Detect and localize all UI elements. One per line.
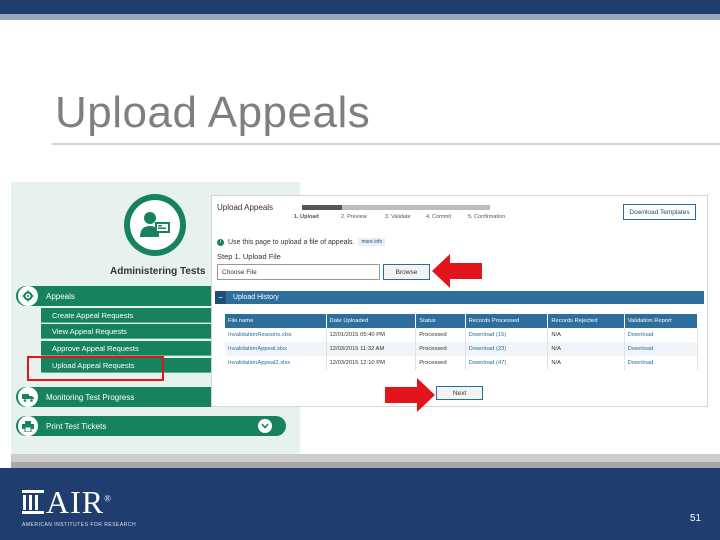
- menu-item-view-appeal[interactable]: View Appeal Requests: [41, 324, 226, 339]
- records-rejected: N/A: [547, 356, 625, 370]
- menu-item-label: Approve Appeal Requests: [52, 343, 139, 353]
- step-label: 2. Preview: [341, 214, 367, 220]
- menu-print-tickets[interactable]: Print Test Tickets: [16, 416, 286, 436]
- logo-registered: ®: [104, 493, 112, 504]
- menu-item-create-appeal[interactable]: Create Appeal Requests: [41, 308, 226, 323]
- column-header: Validation Report: [624, 314, 699, 328]
- logo-text: AIR: [46, 484, 105, 520]
- column-header: Status: [415, 314, 466, 328]
- table-header-row: File name Date Uploaded Status Records P…: [225, 314, 699, 328]
- records-rejected: N/A: [547, 342, 625, 356]
- browse-button[interactable]: Browse: [383, 264, 430, 280]
- avatar: [124, 194, 186, 256]
- step-label: 4. Commit: [426, 214, 452, 220]
- step-progress-bar: [302, 205, 490, 210]
- red-arrow-icon: [385, 378, 435, 412]
- logo-subtitle: AMERICAN INSTITUTES FOR RESEARCH: [22, 522, 137, 528]
- chevron-down-icon[interactable]: [258, 419, 272, 433]
- info-line: i Use this page to upload a file of appe…: [217, 238, 386, 246]
- column-header: Records Processed: [465, 314, 549, 328]
- top-bar-accent: [0, 14, 720, 20]
- panel-heading: Upload Appeals: [217, 203, 274, 212]
- info-text: Use this page to upload a file of appeal…: [228, 238, 355, 246]
- table-row: InvalidationAppeal.xlsx 12/03/2015 11:32…: [225, 342, 699, 356]
- column-header: Records Rejected: [547, 314, 625, 328]
- menu-monitoring[interactable]: Monitoring Test Progress: [16, 387, 216, 407]
- top-bar: [0, 0, 720, 14]
- menu-item-approve-appeal[interactable]: Approve Appeal Requests: [41, 341, 226, 356]
- table-row: InvalidationReasons.xlsx 12/01/2015 05:4…: [225, 328, 699, 342]
- minus-icon[interactable]: −: [215, 291, 226, 304]
- upload-appeals-panel: Upload Appeals 1. Upload 2. Preview 3. V…: [211, 195, 708, 407]
- status-cell: Processed: [415, 342, 466, 356]
- step-label: 5. Confirmation: [468, 214, 506, 220]
- records-processed-link[interactable]: Download (23): [465, 342, 549, 356]
- info-icon: i: [217, 238, 224, 246]
- records-processed-link[interactable]: Download (47): [465, 356, 549, 370]
- menu-print-label: Print Test Tickets: [46, 421, 107, 431]
- file-name-link[interactable]: InvalidationAppeal.xlsx: [225, 342, 327, 356]
- logo: AIR®: [46, 484, 112, 521]
- date-uploaded: 12/03/2015 11:32 AM: [326, 342, 417, 356]
- validation-report-link[interactable]: Download: [624, 356, 699, 370]
- validation-report-link[interactable]: Download: [624, 328, 699, 342]
- file-name-link[interactable]: InvalidationAppeal2.xlsx: [225, 356, 327, 370]
- slide-title: Upload Appeals: [55, 88, 371, 137]
- validation-report-link[interactable]: Download: [624, 342, 699, 356]
- menu-appeals[interactable]: Appeals: [16, 286, 216, 306]
- menu-item-label: Create Appeal Requests: [52, 310, 134, 320]
- file-name-link[interactable]: InvalidationReasons.xlsx: [225, 328, 327, 342]
- page-number: 51: [690, 513, 702, 524]
- title-divider: [52, 143, 720, 145]
- highlight-box: [27, 356, 164, 381]
- status-cell: Processed: [415, 356, 466, 370]
- more-info-link[interactable]: more info: [358, 238, 386, 246]
- column-header: Date Uploaded: [326, 314, 417, 328]
- gear-icon: [18, 286, 38, 306]
- red-arrow-icon: [432, 254, 482, 288]
- column-header: File name: [225, 314, 327, 328]
- menu-appeals-label: Appeals: [46, 291, 75, 301]
- step-label: 3. Validate: [385, 214, 411, 220]
- status-cell: Processed: [415, 328, 466, 342]
- step1-label: Step 1. Upload File: [217, 252, 281, 261]
- upload-history-header[interactable]: − Upload History: [215, 291, 704, 304]
- panel-title: Administering Tests: [110, 266, 206, 277]
- file-input[interactable]: Choose File: [217, 264, 380, 280]
- records-rejected: N/A: [547, 328, 625, 342]
- progress-current-step: [302, 205, 342, 210]
- date-uploaded: 12/01/2015 05:40 PM: [326, 328, 417, 342]
- upload-history-label: Upload History: [233, 294, 279, 301]
- table-row: InvalidationAppeal2.xlsx 12/03/2015 12:1…: [225, 356, 699, 370]
- step-label: 1. Upload: [294, 214, 319, 220]
- next-button[interactable]: Next: [436, 386, 483, 400]
- menu-item-label: View Appeal Requests: [52, 326, 127, 336]
- divider-strip: [11, 454, 720, 462]
- date-uploaded: 12/03/2015 12:10 PM: [326, 356, 417, 370]
- column-logo-icon: [22, 490, 44, 514]
- user-monitor-icon: [140, 212, 170, 237]
- records-processed-link[interactable]: Download (15): [465, 328, 549, 342]
- menu-monitoring-label: Monitoring Test Progress: [46, 392, 135, 402]
- download-templates-button[interactable]: Download Templates: [623, 204, 696, 220]
- printer-icon: [18, 416, 38, 436]
- truck-icon: [18, 387, 38, 407]
- upload-history-table: File name Date Uploaded Status Records P…: [225, 314, 699, 370]
